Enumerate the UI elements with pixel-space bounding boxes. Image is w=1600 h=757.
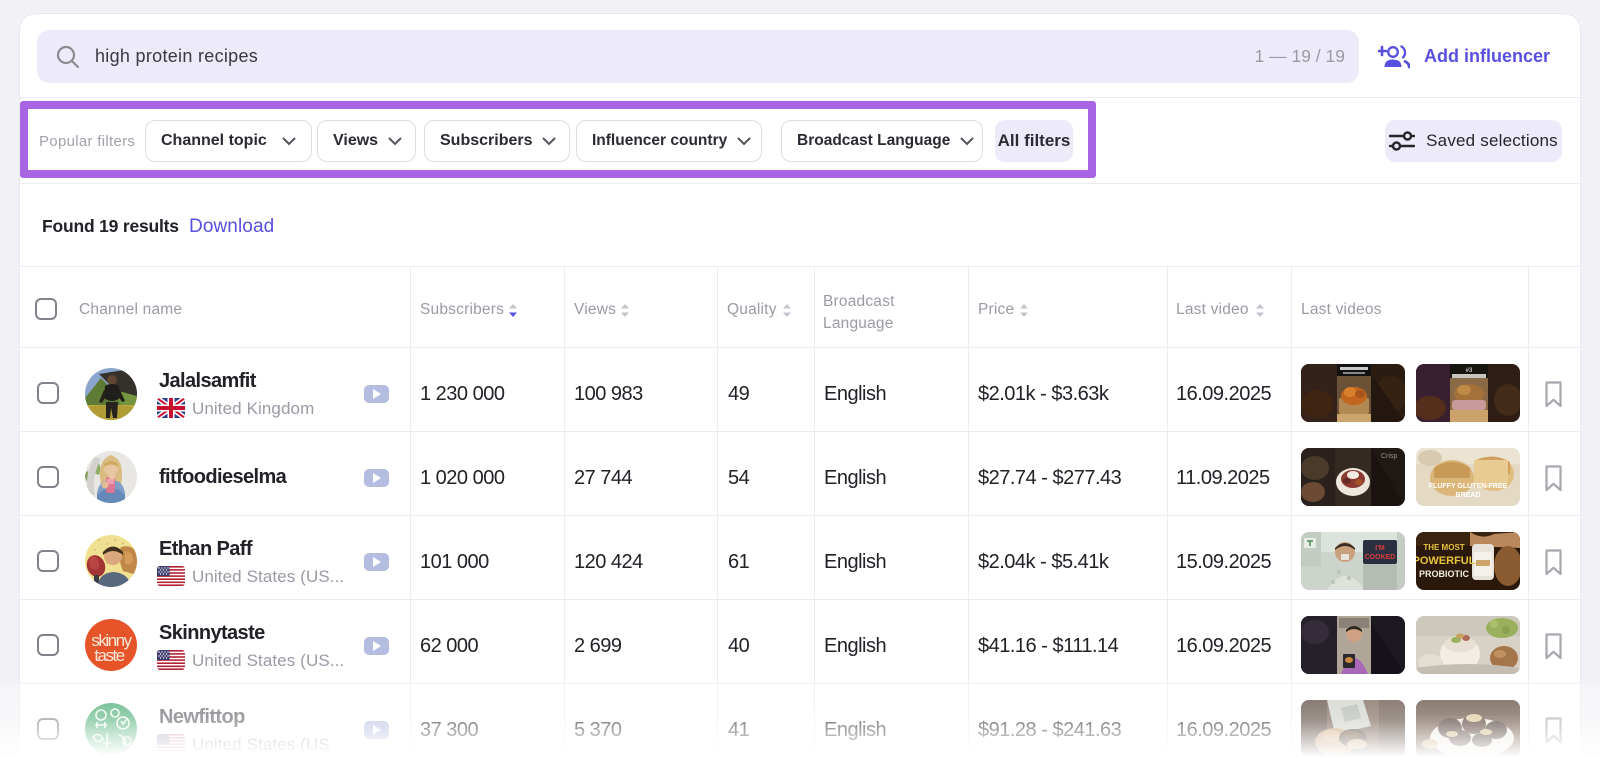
svg-text:Crisp: Crisp xyxy=(1381,453,1397,460)
svg-text:COOKED: COOKED xyxy=(1365,554,1396,561)
svg-text:THE MOST: THE MOST xyxy=(1423,543,1464,552)
svg-text:BREAD: BREAD xyxy=(1456,492,1481,499)
svg-text:PROBIOTIC: PROBIOTIC xyxy=(1419,569,1470,579)
svg-text:FLUFFY GLUTEN-FREE: FLUFFY GLUTEN-FREE xyxy=(1429,483,1508,490)
svg-text:POWERFUL: POWERFUL xyxy=(1416,555,1476,567)
svg-text:I'M: I'M xyxy=(1375,545,1385,552)
svg-text:#3: #3 xyxy=(1466,368,1473,374)
svg-text:taste: taste xyxy=(94,646,124,665)
